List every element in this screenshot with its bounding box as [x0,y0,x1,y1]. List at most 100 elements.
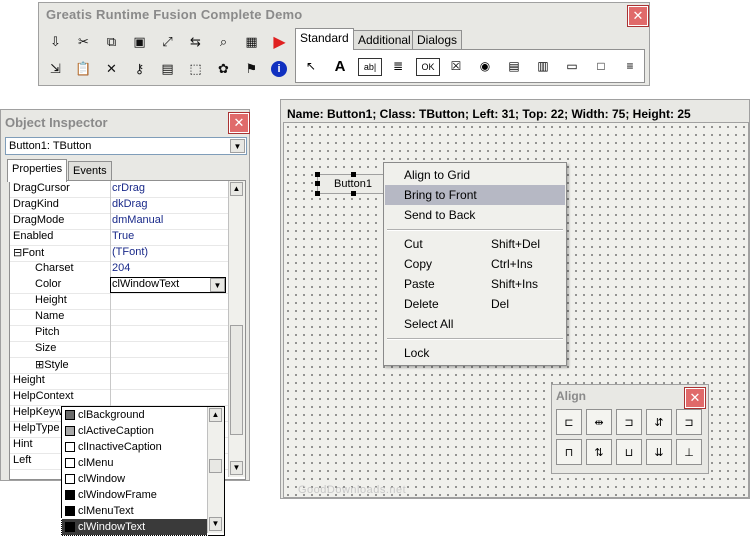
align-tops-icon[interactable]: ⊓ [556,439,582,465]
cut-icon[interactable]: ✂ [73,31,94,52]
grid-icon[interactable]: ▤ [157,58,178,79]
menu-item-select-all[interactable]: Select All [385,314,565,334]
menu-item-send-to-back[interactable]: Send to Back [385,205,565,225]
palette-icon[interactable]: ✿ [213,58,234,79]
align-bottoms-icon[interactable]: ⊥ [676,439,702,465]
info-icon[interactable]: i [271,61,287,77]
menu-item-lock[interactable]: Lock [385,343,565,363]
label-component-icon[interactable]: A [329,55,351,77]
property-row[interactable]: Size [10,341,228,358]
tab-order-icon[interactable]: ⇆ [185,31,206,52]
delete-icon[interactable]: ✕ [101,58,122,79]
object-selector-combo[interactable]: Button1: TButton ▼ [5,137,247,155]
align-close-icon[interactable]: ✕ [684,387,706,409]
center-vertically-window-icon[interactable]: ⊔ [616,439,642,465]
checkbox-component-icon[interactable]: ☒ [445,55,467,77]
scroll-thumb[interactable] [230,325,243,435]
property-row[interactable]: Height [10,293,228,310]
chevron-down-icon[interactable]: ▼ [230,139,245,153]
menu-item-delete[interactable]: Delete Del [385,294,565,314]
scroll-down-icon[interactable]: ▼ [209,517,222,531]
select-all-icon[interactable]: ⬚ [185,58,206,79]
property-row[interactable]: HelpContext [10,389,228,406]
chevron-down-icon[interactable]: ▼ [210,278,225,292]
menu-item-copy[interactable]: Copy Ctrl+Ins [385,254,565,274]
scroll-up-icon[interactable]: ▲ [209,408,222,422]
space-equally-horizontally-icon[interactable]: ⇵ [646,409,672,435]
color-option[interactable]: clWindowFrame [62,487,207,503]
paste-icon[interactable]: ⇲ [45,58,66,79]
combobox-component-icon[interactable]: ▥ [532,55,554,77]
palette-title-bar[interactable]: Greatis Runtime Fusion Complete Demo ✕ [39,3,649,27]
color-option[interactable]: clMenu [62,455,207,471]
color-option[interactable]: clActiveCaption [62,423,207,439]
wizard-icon[interactable]: ⚑ [241,58,262,79]
menu-item-bring-to-front[interactable]: Bring to Front [385,185,565,205]
property-row[interactable]: DragKind dkDrag [10,197,228,214]
property-row[interactable]: Enabled True [10,229,228,246]
property-row[interactable]: Pitch [10,325,228,342]
scroll-down-icon[interactable]: ▼ [230,461,243,475]
resize-handle[interactable] [315,172,320,177]
resize-handle[interactable] [315,181,320,186]
listbox-component-icon[interactable]: ▤ [503,55,525,77]
expand-icon[interactable]: ⤢ [157,31,178,52]
scroll-up-icon[interactable]: ▲ [230,182,243,196]
tab-additional[interactable]: Additional [353,30,416,50]
align-left-edges-icon[interactable]: ⊏ [556,409,582,435]
center-horizontally-window-icon[interactable]: ⊐ [616,409,642,435]
color-option[interactable]: clInactiveCaption [62,439,207,455]
color-option[interactable]: clWindow [62,471,207,487]
groupbox-component-icon[interactable]: ▭ [561,55,583,77]
find-icon[interactable]: ⌕ [213,31,234,52]
color-option[interactable]: clBackground [62,407,207,423]
menu-item-cut[interactable]: Cut Shift+Del [385,234,565,254]
property-row[interactable]: DragMode dmManual [10,213,228,230]
space-equally-vertically-icon[interactable]: ⇊ [646,439,672,465]
property-value[interactable]: dkDrag [112,198,147,210]
tab-events[interactable]: Events [68,161,112,182]
color-option[interactable]: clMenuText [62,503,207,519]
resize-handle[interactable] [351,172,356,177]
property-row[interactable]: Name [10,309,228,326]
resize-handle[interactable] [351,191,356,196]
tab-dialogs[interactable]: Dialogs [412,30,463,50]
edit-component-icon[interactable]: ab| [358,58,382,76]
property-value[interactable]: crDrag [112,182,145,194]
property-row[interactable]: ⊞Style [10,357,228,374]
color-editor-box[interactable]: ▼ [110,277,226,293]
palette-close-icon[interactable]: ✕ [627,5,649,27]
menu-item-align-to-grid[interactable]: Align to Grid [385,165,565,185]
button-component-icon[interactable]: OK [416,58,440,76]
memo-component-icon[interactable]: ≣ [387,55,409,77]
property-row[interactable]: Height [10,373,228,390]
property-row[interactable]: Color clWindowText ▼ [10,277,228,294]
tab-standard[interactable]: Standard [295,28,354,50]
panel-component-icon[interactable]: □ [590,55,612,77]
clipboard-icon[interactable]: 📋 [73,58,94,79]
resize-handle[interactable] [315,191,320,196]
calculator-icon[interactable]: ▦ [241,31,262,52]
color-option[interactable]: clWindowText [61,518,208,536]
duplicate-icon[interactable]: ▣ [129,31,150,52]
property-row[interactable]: ⊟Font (TFont) [10,245,228,262]
scroll-thumb[interactable] [209,459,222,473]
tab-properties[interactable]: Properties [7,159,68,182]
copy-icon[interactable]: ⧉ [101,31,122,52]
run-icon[interactable]: ▶ [269,31,290,52]
property-row[interactable]: DragCursor crDrag [10,181,228,198]
color-list-scrollbar[interactable]: ▲ ▼ [207,407,224,533]
align-horizontal-centers-icon[interactable]: ⇹ [586,409,612,435]
radio-component-icon[interactable]: ◉ [474,55,496,77]
property-value[interactable]: (TFont) [112,246,148,258]
inspector-close-icon[interactable]: ✕ [228,112,250,134]
property-value[interactable]: dmManual [112,214,163,226]
paste-props-icon[interactable]: ⇩ [45,31,66,52]
menu-item-paste[interactable]: Paste Shift+Ins [385,274,565,294]
align-vertical-centers-icon[interactable]: ⇅ [586,439,612,465]
property-value[interactable]: 204 [112,262,130,274]
property-row[interactable]: Charset 204 [10,261,228,278]
pointer-icon[interactable]: ↖ [300,55,322,77]
property-value[interactable]: True [112,230,134,242]
key-icon[interactable]: ⚷ [129,58,150,79]
